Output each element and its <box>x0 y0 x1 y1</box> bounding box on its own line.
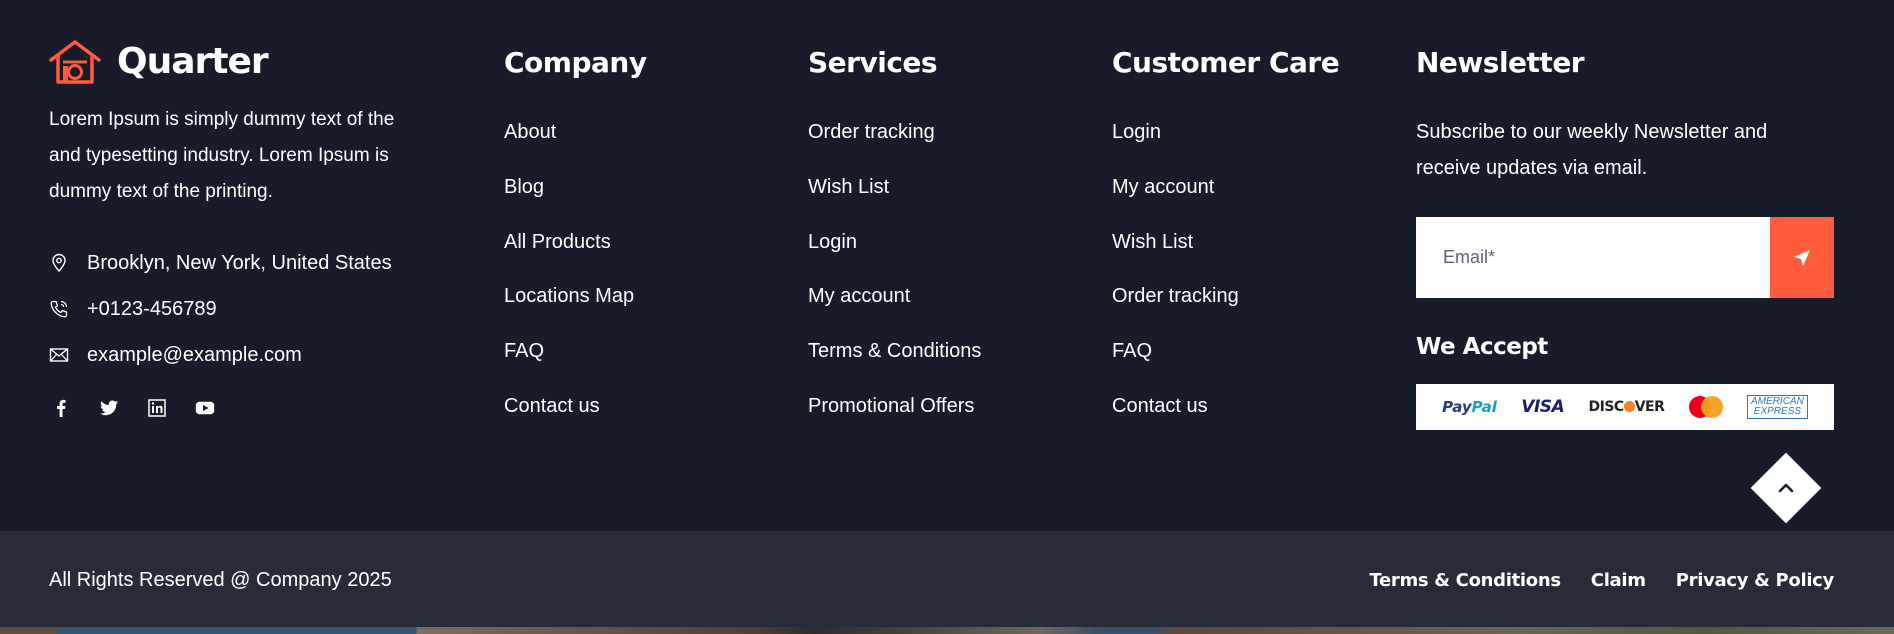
twitter-icon[interactable] <box>97 396 121 420</box>
company-link-about[interactable]: About <box>504 114 634 169</box>
mastercard-logo <box>1688 396 1723 418</box>
newsletter-email-input[interactable] <box>1416 217 1770 298</box>
care-link-login[interactable]: Login <box>1112 114 1239 169</box>
visa-logo: VISA <box>1521 397 1565 417</box>
care-link-my-account[interactable]: My account <box>1112 169 1239 224</box>
social-links <box>49 396 241 420</box>
youtube-icon[interactable] <box>193 396 217 420</box>
envelope-icon <box>49 345 87 365</box>
chevron-up-icon <box>1778 483 1794 493</box>
copyright-text: All Rights Reserved @ Company 2025 <box>49 569 392 591</box>
company-link-blog[interactable]: Blog <box>504 169 634 224</box>
facebook-icon[interactable] <box>49 396 73 420</box>
email-text: example@example.com <box>87 343 302 366</box>
company-link-faq[interactable]: FAQ <box>504 333 634 388</box>
company-link-all-products[interactable]: All Products <box>504 224 634 279</box>
company-link-locations-map[interactable]: Locations Map <box>504 278 634 333</box>
care-link-order-tracking[interactable]: Order tracking <box>1112 278 1239 333</box>
paypal-logo: PayPal <box>1442 398 1497 416</box>
care-link-contact-us[interactable]: Contact us <box>1112 388 1239 443</box>
brand-logo-link[interactable]: Quarter <box>49 38 269 86</box>
address-text: Brooklyn, New York, United States <box>87 251 392 274</box>
contact-list: Brooklyn, New York, United States +0123-… <box>49 240 392 378</box>
phone-text: +0123-456789 <box>87 297 217 320</box>
company-links: About Blog All Products Locations Map FA… <box>504 114 634 443</box>
services-link-wish-list[interactable]: Wish List <box>808 169 981 224</box>
we-accept-heading: We Accept <box>1416 334 1548 360</box>
legal-links: Terms & Conditions Claim Privacy & Polic… <box>1339 531 1834 630</box>
footer-bottom-bar: All Rights Reserved @ Company 2025 Terms… <box>0 531 1894 627</box>
location-pin-icon <box>49 253 87 273</box>
bottom-link-claim[interactable]: Claim <box>1591 531 1646 630</box>
newsletter-description: Subscribe to our weekly Newsletter and r… <box>1416 121 1768 179</box>
footer-main: Quarter Lorem Ipsum is simply dummy text… <box>0 0 1894 531</box>
contact-phone[interactable]: +0123-456789 <box>49 286 392 332</box>
bottom-link-privacy[interactable]: Privacy & Policy <box>1676 531 1835 630</box>
customer-care-heading: Customer Care <box>1112 46 1340 79</box>
services-link-order-tracking[interactable]: Order tracking <box>808 114 981 169</box>
care-link-wish-list[interactable]: Wish List <box>1112 224 1239 279</box>
phone-icon <box>49 299 87 319</box>
american-express-logo: AMERICAN EXPRESS <box>1747 395 1808 419</box>
about-description: Lorem Ipsum is simply dummy text of the … <box>49 109 395 202</box>
care-link-faq[interactable]: FAQ <box>1112 333 1239 388</box>
contact-address: Brooklyn, New York, United States <box>49 240 392 286</box>
services-link-promotional-offers[interactable]: Promotional Offers <box>808 388 981 443</box>
bottom-link-terms[interactable]: Terms & Conditions <box>1369 531 1561 630</box>
house-logo-icon <box>49 40 101 84</box>
customer-care-links: Login My account Wish List Order trackin… <box>1112 114 1239 443</box>
brand-name: Quarter <box>117 41 269 82</box>
newsletter-form <box>1416 217 1834 298</box>
services-heading: Services <box>808 46 938 79</box>
contact-email[interactable]: example@example.com <box>49 332 392 378</box>
background-photo-strip <box>0 627 1894 634</box>
discover-logo: DISC VER <box>1588 399 1665 415</box>
services-links: Order tracking Wish List Login My accoun… <box>808 114 981 443</box>
newsletter-heading: Newsletter <box>1416 46 1585 79</box>
services-link-my-account[interactable]: My account <box>808 278 981 333</box>
payment-methods: PayPal VISA DISC VER AMERICAN EXPRESS <box>1416 384 1834 430</box>
services-link-login[interactable]: Login <box>808 224 981 279</box>
company-heading: Company <box>504 46 647 79</box>
send-arrow-icon <box>1794 249 1810 266</box>
linkedin-icon[interactable] <box>145 396 169 420</box>
newsletter-submit-button[interactable] <box>1770 217 1834 298</box>
services-link-terms[interactable]: Terms & Conditions <box>808 333 981 388</box>
company-link-contact-us[interactable]: Contact us <box>504 388 634 443</box>
